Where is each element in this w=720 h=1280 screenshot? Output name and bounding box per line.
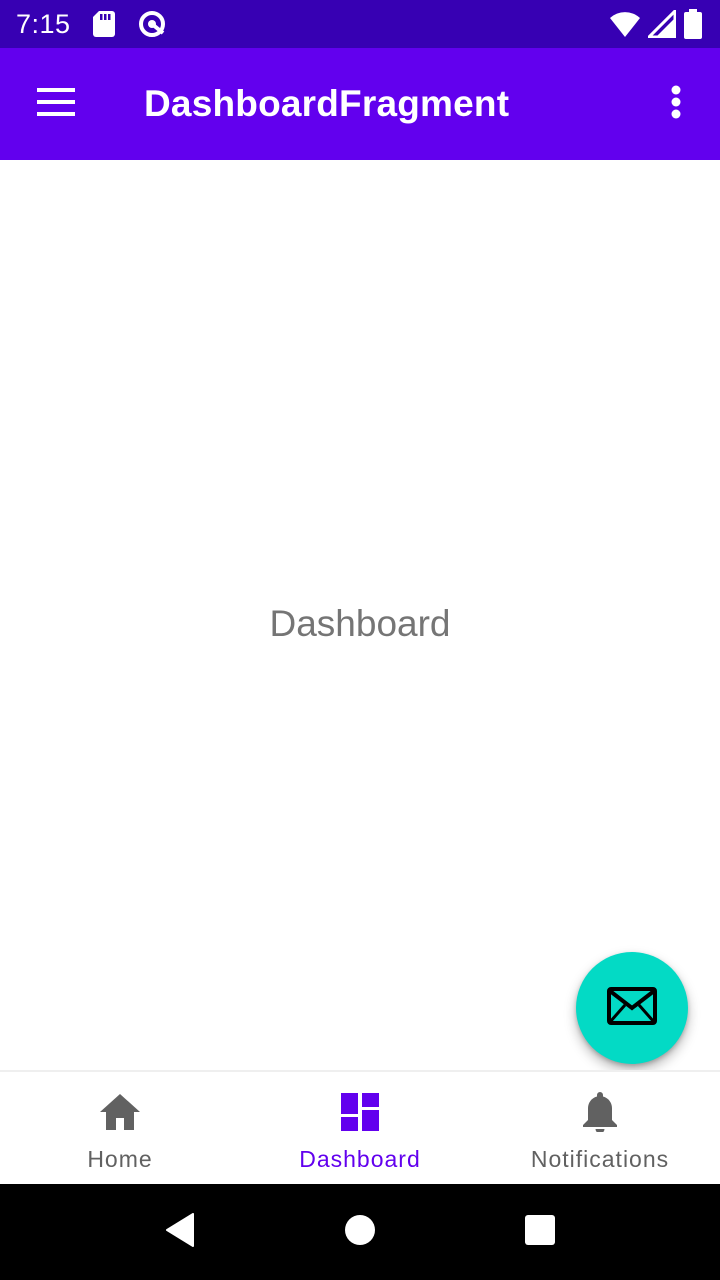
more-vert-icon xyxy=(671,85,681,124)
navigation-drawer-button[interactable] xyxy=(0,48,112,160)
email-icon xyxy=(607,986,657,1030)
system-back-button[interactable] xyxy=(148,1184,212,1280)
data-saver-icon xyxy=(137,9,167,39)
status-time: 7:15 xyxy=(16,8,71,39)
status-bar: 7:15 xyxy=(0,0,720,48)
battery-icon xyxy=(684,9,702,39)
nav-label-notifications: Notifications xyxy=(530,1146,670,1172)
app-bar-title: DashboardFragment xyxy=(144,83,510,124)
wifi-icon xyxy=(610,11,640,37)
sd-card-icon xyxy=(92,11,115,37)
home-circle-icon xyxy=(344,1214,376,1251)
back-icon xyxy=(165,1212,195,1252)
app-bar: DashboardFragment xyxy=(0,48,720,160)
home-icon xyxy=(100,1093,140,1135)
fragment-content: Dashboard xyxy=(0,160,720,1070)
bottom-navigation: Home Dashboard Notifications xyxy=(0,1070,720,1184)
bell-icon xyxy=(583,1091,617,1137)
nav-item-home[interactable]: Home xyxy=(0,1072,240,1184)
email-fab[interactable] xyxy=(576,952,688,1064)
nav-item-notifications[interactable]: Notifications xyxy=(480,1072,720,1184)
system-navigation-bar xyxy=(0,1184,720,1280)
overflow-menu-button[interactable] xyxy=(632,48,720,160)
android-screen: 7:15 DashboardFragment Dashboard Home Da… xyxy=(0,0,720,1280)
recents-icon xyxy=(525,1214,555,1250)
system-home-button[interactable] xyxy=(328,1184,392,1280)
nav-label-dashboard: Dashboard xyxy=(299,1146,421,1172)
hamburger-menu-icon xyxy=(37,87,75,121)
dashboard-icon xyxy=(341,1092,379,1136)
dashboard-text: Dashboard xyxy=(269,603,451,644)
nav-item-dashboard[interactable]: Dashboard xyxy=(240,1072,480,1184)
system-recents-button[interactable] xyxy=(508,1184,572,1280)
nav-label-home: Home xyxy=(87,1146,153,1172)
signal-icon xyxy=(648,10,676,38)
